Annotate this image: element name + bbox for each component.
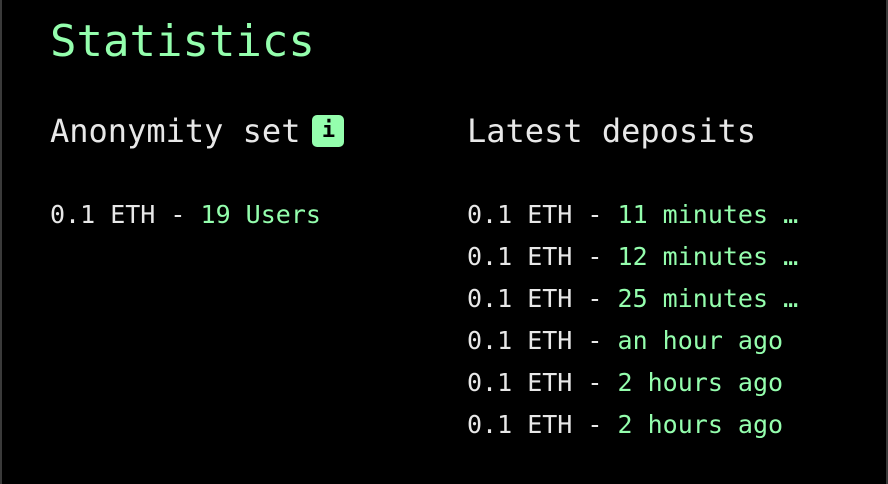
page-title: Statistics bbox=[50, 16, 315, 67]
separator: - bbox=[572, 284, 618, 313]
info-icon[interactable]: i bbox=[312, 115, 345, 147]
separator: - bbox=[572, 368, 618, 397]
deposit-time: an hour ago bbox=[617, 326, 784, 355]
separator: - bbox=[155, 200, 201, 229]
amount-label: 0.1 ETH bbox=[467, 284, 573, 313]
list-item: 0.1 ETH - an hour ago bbox=[467, 320, 798, 362]
list-item: 0.1 ETH - 25 minutes … bbox=[467, 278, 798, 320]
deposit-time: 25 minutes … bbox=[617, 284, 799, 313]
list-item: 0.1 ETH - 2 hours ago bbox=[467, 362, 798, 404]
anonymity-set-heading: Anonymity set i bbox=[50, 110, 345, 152]
amount-label: 0.1 ETH bbox=[467, 410, 573, 439]
separator: - bbox=[572, 326, 618, 355]
anonymity-set-label: Anonymity set bbox=[50, 112, 301, 150]
amount-label: 0.1 ETH bbox=[467, 326, 573, 355]
latest-deposits-heading: Latest deposits bbox=[467, 112, 756, 150]
latest-deposits-list: 0.1 ETH - 11 minutes … 0.1 ETH - 12 minu… bbox=[467, 194, 798, 446]
user-count: 19 Users bbox=[200, 200, 321, 229]
anonymity-set-list: 0.1 ETH - 19 Users bbox=[50, 194, 321, 236]
list-item: 0.1 ETH - 19 Users bbox=[50, 194, 321, 236]
amount-label: 0.1 ETH bbox=[50, 200, 156, 229]
separator: - bbox=[572, 242, 618, 271]
list-item: 0.1 ETH - 2 hours ago bbox=[467, 404, 798, 446]
deposit-time: 12 minutes … bbox=[617, 242, 799, 271]
amount-label: 0.1 ETH bbox=[467, 242, 573, 271]
separator: - bbox=[572, 410, 618, 439]
deposit-time: 11 minutes … bbox=[617, 200, 799, 229]
amount-label: 0.1 ETH bbox=[467, 368, 573, 397]
separator: - bbox=[572, 200, 618, 229]
list-item: 0.1 ETH - 11 minutes … bbox=[467, 194, 798, 236]
list-item: 0.1 ETH - 12 minutes … bbox=[467, 236, 798, 278]
amount-label: 0.1 ETH bbox=[467, 200, 573, 229]
statistics-panel: Statistics Anonymity set i Latest deposi… bbox=[0, 0, 888, 484]
deposit-time: 2 hours ago bbox=[617, 410, 784, 439]
deposit-time: 2 hours ago bbox=[617, 368, 784, 397]
